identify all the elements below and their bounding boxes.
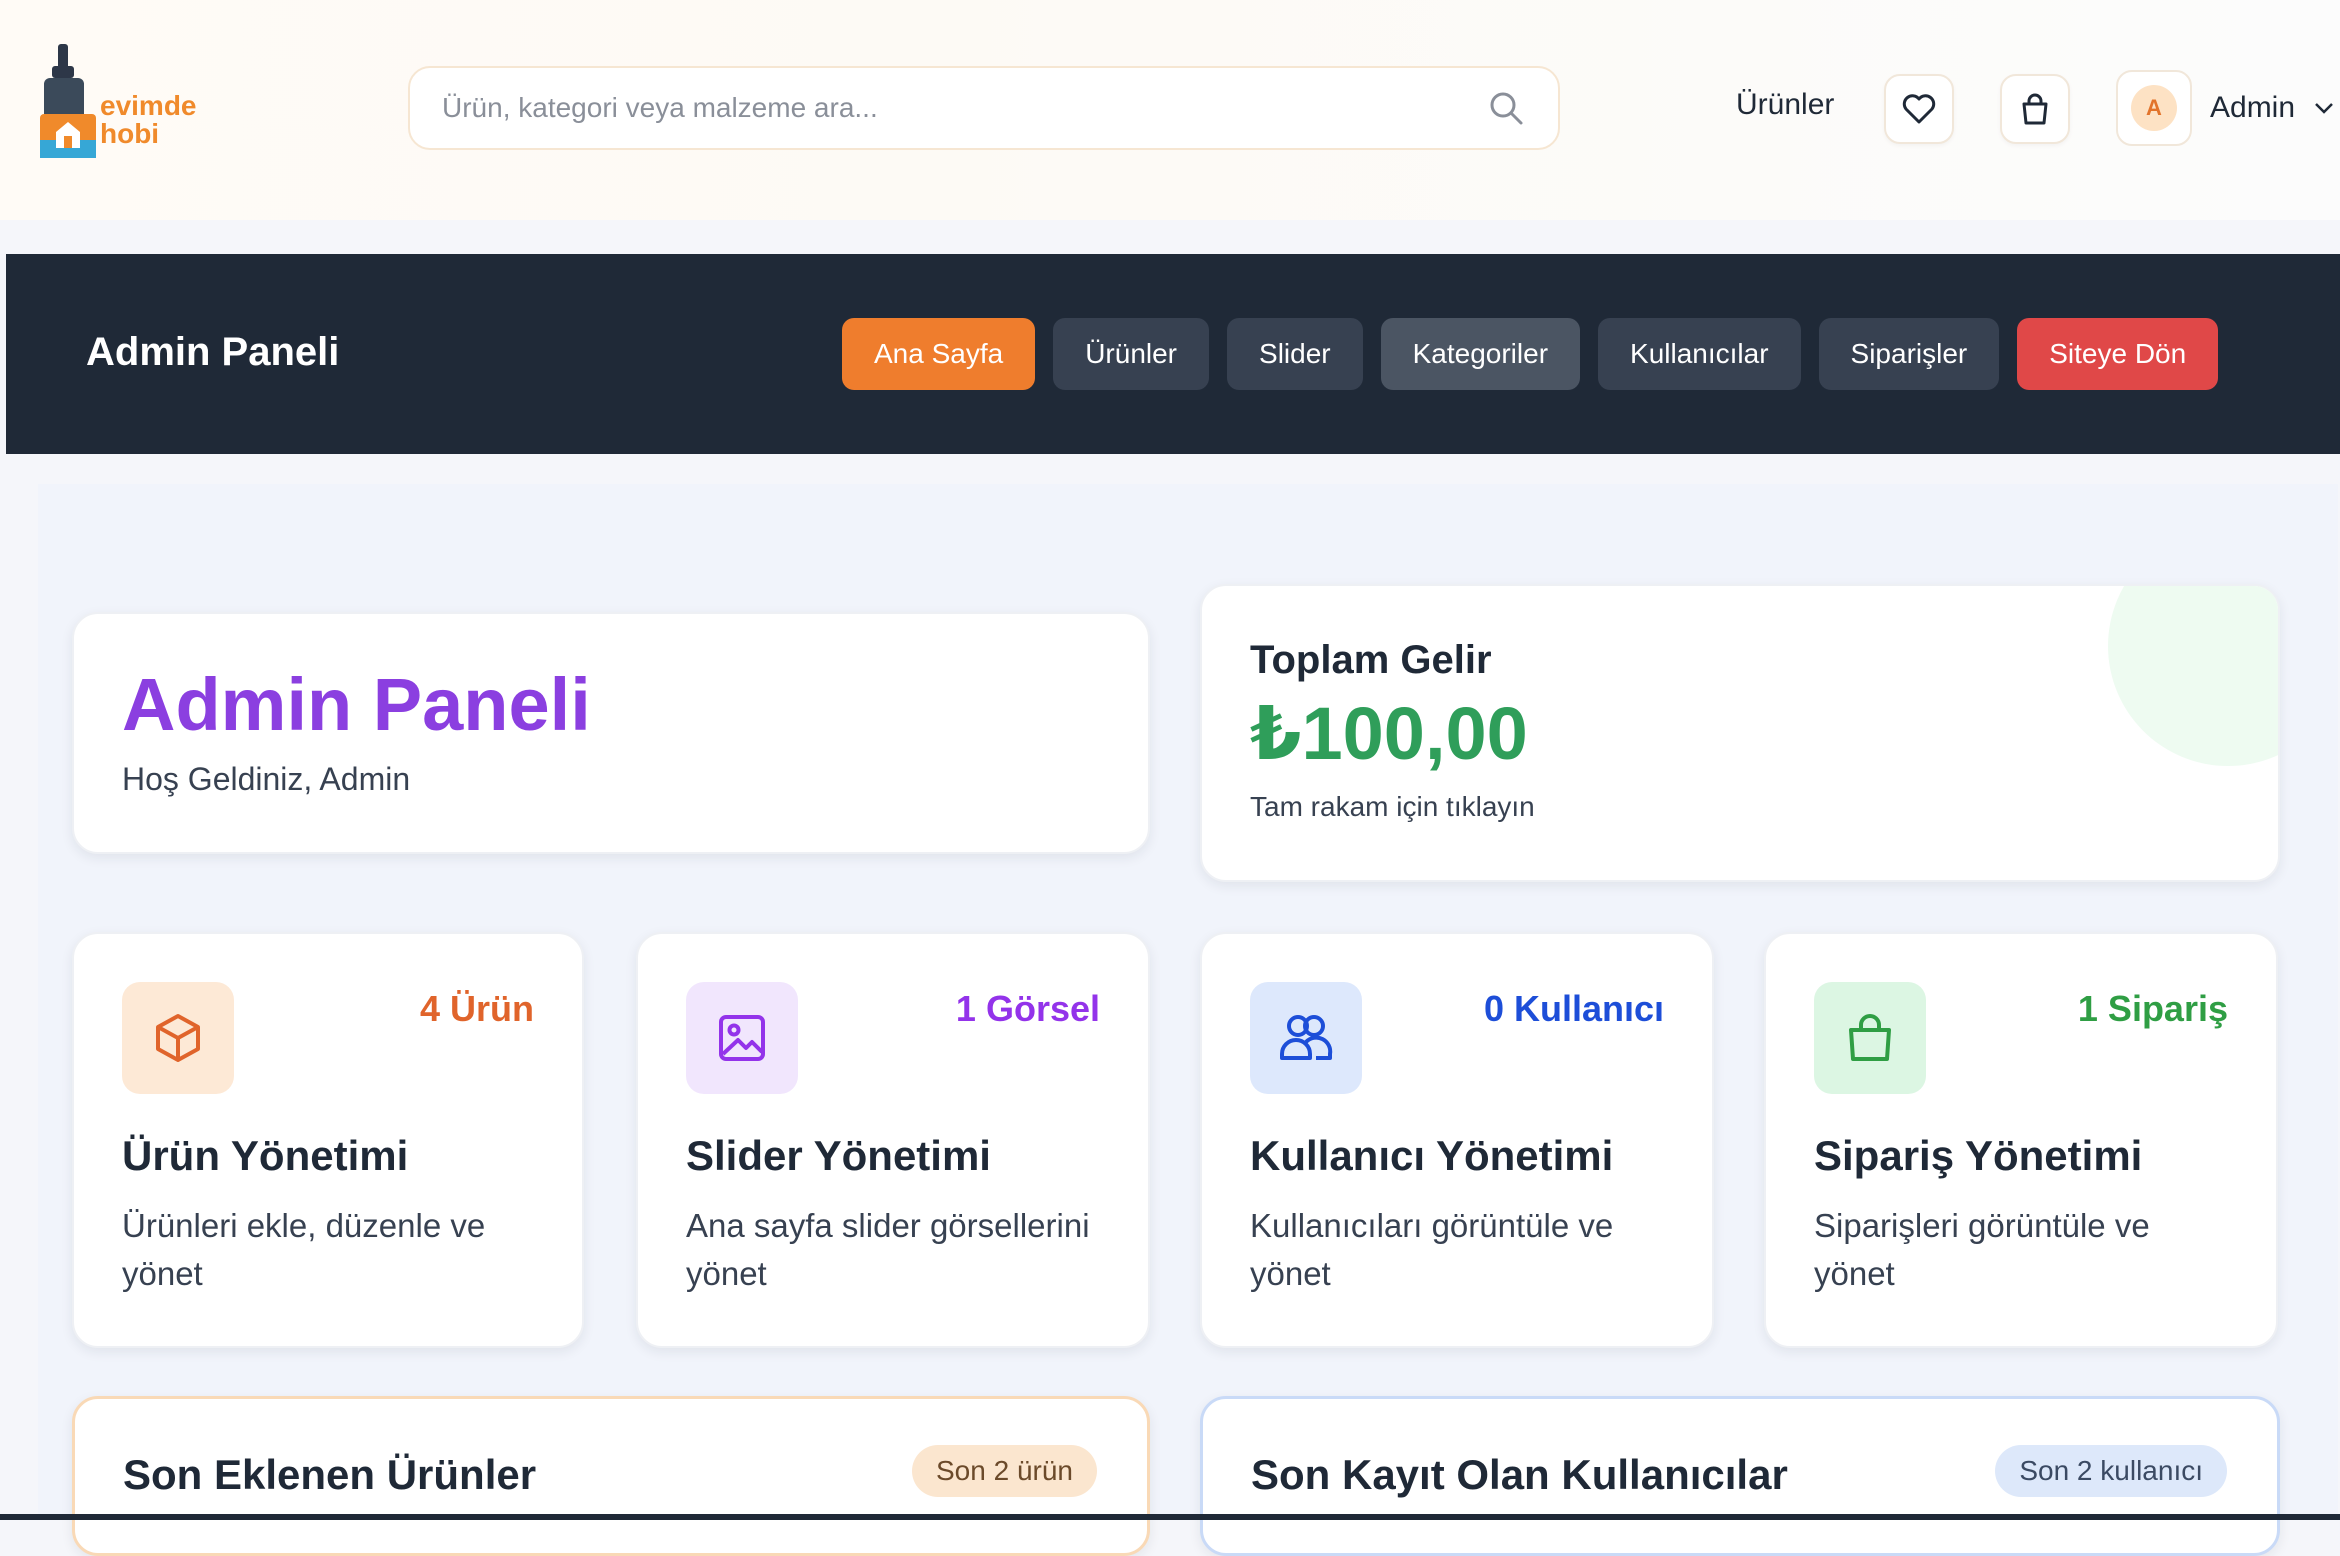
user-menu[interactable]: A Admin — [2116, 70, 2340, 146]
page-title: Admin Paneli — [122, 663, 591, 746]
revenue-card[interactable]: Toplam Gelir ₺100,00 Tam rakam için tıkl… — [1200, 584, 2280, 882]
admin-navbar: Admin Paneli Ana Sayfa Ürünler Slider Ka… — [6, 254, 2340, 454]
welcome-card: Admin Paneli Hoş Geldiniz, Admin — [72, 612, 1150, 854]
card-title: Sipariş Yönetimi — [1814, 1132, 2143, 1179]
admin-nav-slider[interactable]: Slider — [1227, 318, 1363, 390]
slider-management-card[interactable]: 1 Görsel Slider Yönetimi Ana sayfa slide… — [636, 932, 1150, 1348]
welcome-message: Hoş Geldiniz, Admin — [122, 761, 411, 797]
product-management-card[interactable]: 4 Ürün Ürün Yönetimi Ürünleri ekle, düze… — [72, 932, 584, 1348]
card-description: Kullanıcıları görüntüle ve yönet — [1250, 1207, 1614, 1292]
logo-word-2: hobi — [100, 118, 160, 149]
box-icon — [156, 1014, 200, 1062]
chevron-down-icon — [2315, 103, 2333, 114]
site-logo[interactable]: evimde hobi — [36, 44, 216, 164]
search-input[interactable] — [442, 92, 1486, 124]
user-count: 0 Kullanıcı — [1483, 988, 1664, 1029]
admin-nav: Ana Sayfa Ürünler Slider Kategoriler Kul… — [842, 318, 2219, 390]
search-bar — [408, 66, 1560, 150]
revenue-amount: ₺100,00 — [1250, 692, 1528, 775]
section-title: Son Eklenen Ürünler — [123, 1451, 537, 1498]
cart-button[interactable] — [2000, 74, 2070, 144]
recent-users-card: Son Kayıt Olan Kullanıcılar Son 2 kullan… — [1200, 1396, 2280, 1556]
recent-products-card: Son Eklenen Ürünler Son 2 ürün — [72, 1396, 1150, 1556]
stat-icon-container — [1250, 982, 1362, 1094]
section-title: Son Kayıt Olan Kullanıcılar — [1251, 1451, 1788, 1498]
window-bottom-edge — [0, 1514, 2340, 1520]
order-management-card[interactable]: 1 Sipariş Sipariş Yönetimi Siparişleri g… — [1764, 932, 2278, 1348]
stat-icon-container — [122, 982, 234, 1094]
revenue-title: Toplam Gelir — [1250, 638, 1492, 682]
shopping-bag-icon — [2022, 93, 2048, 125]
avatar-container: A — [2116, 70, 2192, 146]
logo-text: evimde hobi — [100, 92, 197, 148]
users-icon — [1280, 1015, 1333, 1060]
heart-icon — [1902, 94, 1936, 124]
top-header: evimde hobi Ürünler A Admin — [0, 0, 2340, 220]
card-description: Siparişleri görüntüle ve yönet — [1814, 1207, 2150, 1292]
card-title: Slider Yönetimi — [686, 1132, 991, 1179]
admin-nav-home[interactable]: Ana Sayfa — [842, 318, 1036, 390]
admin-nav-orders[interactable]: Siparişler — [1818, 318, 2000, 390]
order-count: 1 Sipariş — [2077, 988, 2228, 1029]
card-title: Ürün Yönetimi — [122, 1132, 409, 1179]
card-title: Kullanıcı Yönetimi — [1250, 1132, 1614, 1179]
user-management-card[interactable]: 0 Kullanıcı Kullanıcı Yönetimi Kullanıcı… — [1200, 932, 1714, 1348]
image-icon — [719, 1015, 765, 1061]
logo-word-1: evimde — [100, 90, 197, 121]
nav-products-link[interactable]: Ürünler — [1736, 88, 1834, 122]
revenue-hint: Tam rakam için tıklayın — [1250, 791, 1535, 822]
admin-navbar-title: Admin Paneli — [86, 330, 340, 374]
product-count: 4 Ürün — [419, 988, 534, 1029]
slider-count: 1 Görsel — [955, 988, 1100, 1029]
paintbrush-house-icon — [40, 44, 96, 158]
admin-nav-categories[interactable]: Kategoriler — [1380, 318, 1581, 390]
user-name: Admin — [2210, 91, 2296, 124]
admin-nav-products[interactable]: Ürünler — [1053, 318, 1210, 390]
dashboard-content: Admin Paneli Hoş Geldiniz, Admin Toplam … — [38, 484, 2338, 1556]
search-icon[interactable] — [1486, 88, 1526, 128]
stat-icon-container — [1814, 982, 1926, 1094]
admin-nav-users[interactable]: Kullanıcılar — [1598, 318, 1801, 390]
back-to-site-button[interactable]: Siteye Dön — [2017, 318, 2219, 390]
recent-users-badge: Son 2 kullanıcı — [1995, 1445, 2227, 1497]
recent-products-badge: Son 2 ürün — [912, 1445, 1097, 1497]
shopping-bag-icon — [1849, 1014, 1891, 1061]
avatar: A — [2131, 85, 2177, 131]
card-description: Ana sayfa slider görsellerini yönet — [686, 1207, 1090, 1292]
stat-icon-container — [686, 982, 798, 1094]
favorites-button[interactable] — [1884, 74, 1954, 144]
card-description: Ürünleri ekle, düzenle ve yönet — [122, 1207, 486, 1292]
